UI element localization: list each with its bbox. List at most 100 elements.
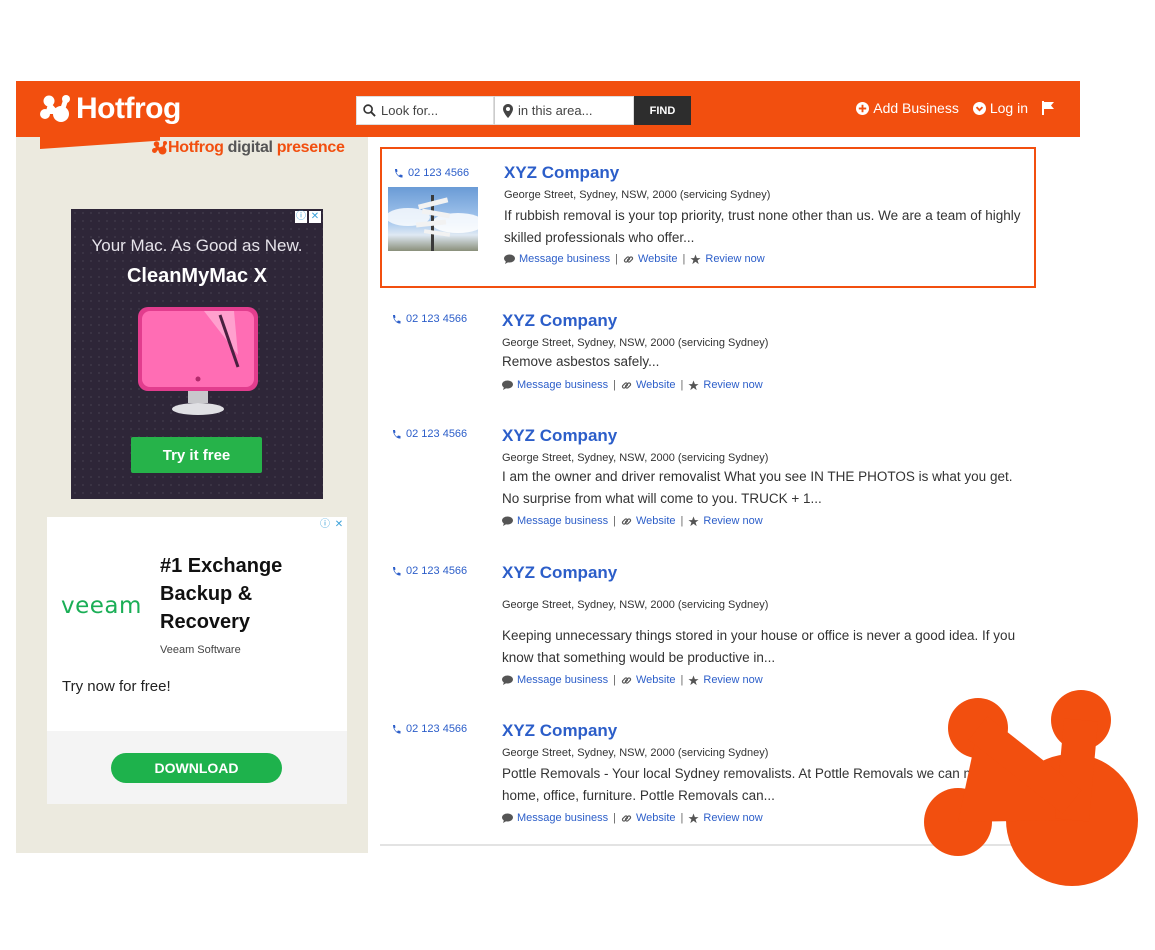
top-navigation-bar: Hotfrog FIND <box>16 81 1080 137</box>
listing-company-name[interactable]: XYZ Company <box>502 721 617 741</box>
hotfrog-digital-presence-logo: Hotfrog digital presence <box>152 139 345 157</box>
link-separator: | <box>613 379 616 391</box>
hotfrog-large-mark-icon <box>924 690 1138 886</box>
link-icon <box>621 676 632 684</box>
chevron-down-circle-icon <box>972 101 986 115</box>
listing-actions: Message business | Website | Review now <box>502 674 763 686</box>
website-link[interactable]: Website <box>636 379 676 391</box>
listing-company-name[interactable]: XYZ Company <box>504 163 619 183</box>
flag-button[interactable] <box>1042 101 1058 115</box>
hotfrog-logo[interactable]: Hotfrog <box>40 89 181 129</box>
phone-icon <box>393 566 401 576</box>
location-box[interactable] <box>494 96 634 125</box>
message-business-link[interactable]: Message business <box>517 379 608 391</box>
listing-company-name[interactable]: XYZ Company <box>502 563 617 583</box>
veeam-cta-text: Try now for free! <box>62 678 171 695</box>
review-now-link[interactable]: Review now <box>703 674 762 686</box>
link-separator: | <box>613 515 616 527</box>
ad-close-icon[interactable]: ✕ <box>309 211 321 223</box>
listing-company-name[interactable]: XYZ Company <box>502 426 617 446</box>
browser-page: Hotfrog FIND <box>16 81 1080 853</box>
download-button[interactable]: DOWNLOAD <box>111 753 282 783</box>
ad-info-icon[interactable]: ⓘ <box>295 211 307 223</box>
message-business-link[interactable]: Message business <box>517 515 608 527</box>
listing-phone[interactable]: 02 123 4566 <box>392 565 467 577</box>
brand-tag-presence: presence <box>276 139 345 156</box>
listing-phone[interactable]: 02 123 4566 <box>392 723 467 735</box>
link-icon <box>621 517 632 525</box>
website-link[interactable]: Website <box>636 674 676 686</box>
review-now-link[interactable]: Review now <box>703 812 762 824</box>
log-in-label: Log in <box>989 100 1028 116</box>
veeam-logo: veeam <box>61 593 142 619</box>
listing-company-name[interactable]: XYZ Company <box>502 311 617 331</box>
add-business-link[interactable]: Add Business <box>856 100 959 116</box>
find-button[interactable]: FIND <box>634 96 691 125</box>
message-business-link[interactable]: Message business <box>519 253 610 265</box>
phone-icon <box>393 429 401 439</box>
cleanmymac-ad[interactable]: ⓘ ✕ Your Mac. As Good as New. CleanMyMac… <box>71 209 323 499</box>
link-separator: | <box>682 253 686 265</box>
veeam-headline: #1 Exchange Backup & Recovery <box>160 555 283 633</box>
ad-choices-controls: ⓘ ✕ <box>295 211 321 223</box>
listing-actions: Message business | Website | Review now <box>504 253 765 265</box>
listing-address: George Street, Sydney, NSW, 2000 (servic… <box>502 747 769 759</box>
chat-bubble-icon <box>502 516 513 526</box>
link-separator: | <box>613 674 616 686</box>
website-link[interactable]: Website <box>636 812 676 824</box>
listing-address: George Street, Sydney, NSW, 2000 (servic… <box>502 452 769 464</box>
phone-icon <box>395 168 403 178</box>
review-now-link[interactable]: Review now <box>703 515 762 527</box>
star-icon <box>688 515 699 526</box>
add-business-label: Add Business <box>873 100 959 116</box>
pink-monitor-icon <box>138 307 258 415</box>
ad-info-icon[interactable]: ⓘ <box>319 519 331 531</box>
listing-actions: Message business | Website | Review now <box>502 379 763 391</box>
flag-icon <box>1042 101 1054 115</box>
message-business-link[interactable]: Message business <box>517 674 608 686</box>
link-separator: | <box>613 812 616 824</box>
brand-tag-hotfrog: Hotfrog <box>168 139 224 156</box>
listing-phone[interactable]: 02 123 4566 <box>392 428 467 440</box>
brand-tag-digital: digital <box>227 139 273 156</box>
listing-phone[interactable]: 02 123 4566 <box>394 167 469 179</box>
website-link[interactable]: Website <box>638 253 678 265</box>
search-input[interactable] <box>379 102 483 119</box>
listing-address: George Street, Sydney, NSW, 2000 (servic… <box>504 189 771 201</box>
search-what-box[interactable] <box>356 96 494 125</box>
message-business-link[interactable]: Message business <box>517 812 608 824</box>
ad-choices-controls: ⓘ ✕ <box>319 519 345 531</box>
header-accent-tab <box>40 137 160 149</box>
link-separator: | <box>680 515 684 527</box>
try-it-free-button[interactable]: Try it free <box>131 437 262 473</box>
listing-phone[interactable]: 02 123 4566 <box>392 313 467 325</box>
star-icon <box>688 674 699 685</box>
listing-item[interactable]: 02 123 4566 XYZ Company George Street, S… <box>380 411 1036 550</box>
review-now-link[interactable]: Review now <box>705 253 764 265</box>
search-bar: FIND <box>356 96 691 125</box>
search-icon <box>363 104 376 117</box>
log-in-link[interactable]: Log in <box>972 100 1028 116</box>
listing-address: George Street, Sydney, NSW, 2000 (servic… <box>502 599 769 611</box>
star-icon <box>688 379 699 390</box>
listing-item[interactable]: 02 123 4566 XYZ Company George Street, S… <box>380 147 1036 288</box>
link-icon <box>621 814 632 822</box>
chat-bubble-icon <box>502 675 513 685</box>
link-icon <box>621 381 632 389</box>
chat-bubble-icon <box>502 380 513 390</box>
website-link[interactable]: Website <box>636 515 676 527</box>
hotfrog-frog-icon <box>40 95 70 122</box>
listing-item[interactable]: 02 123 4566 XYZ Company George Street, S… <box>380 295 1036 413</box>
ad-close-icon[interactable]: ✕ <box>333 519 345 531</box>
link-separator: | <box>680 812 684 824</box>
star-icon <box>690 253 701 264</box>
chat-bubble-icon <box>504 254 515 264</box>
listing-actions: Message business | Website | Review now <box>502 812 763 824</box>
listing-photo-signpost[interactable] <box>388 187 478 251</box>
hotfrog-small-frog-icon <box>152 141 167 155</box>
cleanmymac-tagline: Your Mac. As Good as New. <box>91 236 303 255</box>
veeam-ad[interactable]: ⓘ ✕ veeam #1 Exchange Backup & Recovery … <box>47 517 347 804</box>
review-now-link[interactable]: Review now <box>703 379 762 391</box>
location-input[interactable] <box>516 102 620 119</box>
phone-icon <box>393 314 401 324</box>
